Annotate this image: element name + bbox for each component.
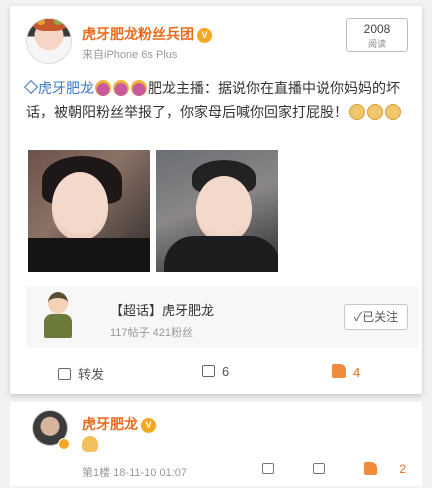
read-count: 2008 (363, 22, 391, 36)
doge-emoji-icon (385, 104, 401, 120)
comment-button[interactable]: 6 (202, 360, 230, 379)
crown-emoji-icon (113, 80, 129, 96)
comment-count: 6 (222, 364, 230, 379)
vip-icon: V (141, 418, 156, 433)
comment-share-button[interactable] (244, 462, 274, 476)
repost-label: 转发 (78, 367, 105, 382)
like-count: 4 (353, 365, 361, 380)
comment-like-count: 2 (399, 462, 406, 476)
comment-emoji-icon (82, 436, 98, 452)
comment-meta: 第1楼 18-11-10 01:07 (82, 467, 187, 479)
head (48, 292, 68, 314)
comment-icon (202, 360, 215, 377)
weibo-post-card: 虎牙肥龙粉丝兵团 V 来自iPhone 6s Plus 2008 阅读 虎牙肥龙肥… (10, 6, 422, 394)
commenter-name[interactable]: 虎牙肥龙 V (82, 414, 156, 434)
thumbs-up-icon (332, 364, 346, 378)
photo-body (28, 238, 150, 272)
doge-emoji-icon (367, 104, 383, 120)
mention-link[interactable]: 虎牙肥龙 (23, 79, 94, 96)
crown-emoji-icon (131, 80, 147, 96)
torso (44, 314, 72, 338)
topic-cartoon-icon (36, 290, 80, 344)
read-label: 阅读 (367, 39, 386, 49)
poster-avatar[interactable] (26, 18, 72, 64)
vip-badge-icon (58, 438, 70, 450)
post-action-bar: 转发 6 4 (10, 358, 422, 388)
poster-name-text[interactable]: 虎牙肥龙粉丝兵团 (82, 26, 194, 42)
post-photo-man[interactable] (156, 150, 278, 272)
comment-item: 虎牙肥龙 V 第1楼 18-11-10 01:07 2 (10, 402, 422, 486)
comment-like-button[interactable]: 2 (346, 462, 406, 476)
vip-icon: V (197, 28, 212, 43)
comment-action-bar: 2 (226, 462, 406, 476)
super-topic-card[interactable]: 【超话】虎牙肥龙 117帖子 421粉丝 ✓已关注 (26, 286, 418, 348)
doge-emoji-icon (349, 104, 365, 120)
post-text: 虎牙肥龙 肥龙主播：据说你在直播中说你妈妈的坏话，被朝阳粉丝举报了，你家母后喊你回… (23, 76, 410, 124)
post-source: 来自iPhone 6s Plus (82, 49, 178, 61)
crown-emoji-icon (95, 80, 111, 96)
commenter-name-text[interactable]: 虎牙肥龙 (82, 416, 138, 432)
topic-stats: 117帖子 421粉丝 (110, 327, 193, 339)
hat-decoration (33, 19, 67, 31)
photo-body (164, 236, 278, 272)
poster-name[interactable]: 虎牙肥龙粉丝兵团 V (82, 24, 212, 44)
thumbs-up-icon (364, 462, 378, 475)
mention-text[interactable]: 虎牙肥龙 (38, 80, 94, 96)
topic-title[interactable]: 【超话】虎牙肥龙 (110, 300, 214, 319)
post-photo-woman[interactable] (28, 150, 150, 272)
repost-icon (58, 368, 71, 380)
super-topic-diamond-icon (23, 79, 39, 95)
photo-face (196, 176, 252, 242)
like-button[interactable]: 4 (332, 364, 360, 380)
repost-button[interactable]: 转发 (58, 364, 104, 383)
photo-face (52, 172, 108, 240)
followed-button[interactable]: ✓已关注 (344, 304, 408, 330)
read-count-badge: 2008 阅读 (346, 18, 408, 52)
comment-reply-button[interactable] (295, 462, 325, 476)
reply-icon (312, 463, 325, 474)
share-icon (261, 463, 274, 474)
